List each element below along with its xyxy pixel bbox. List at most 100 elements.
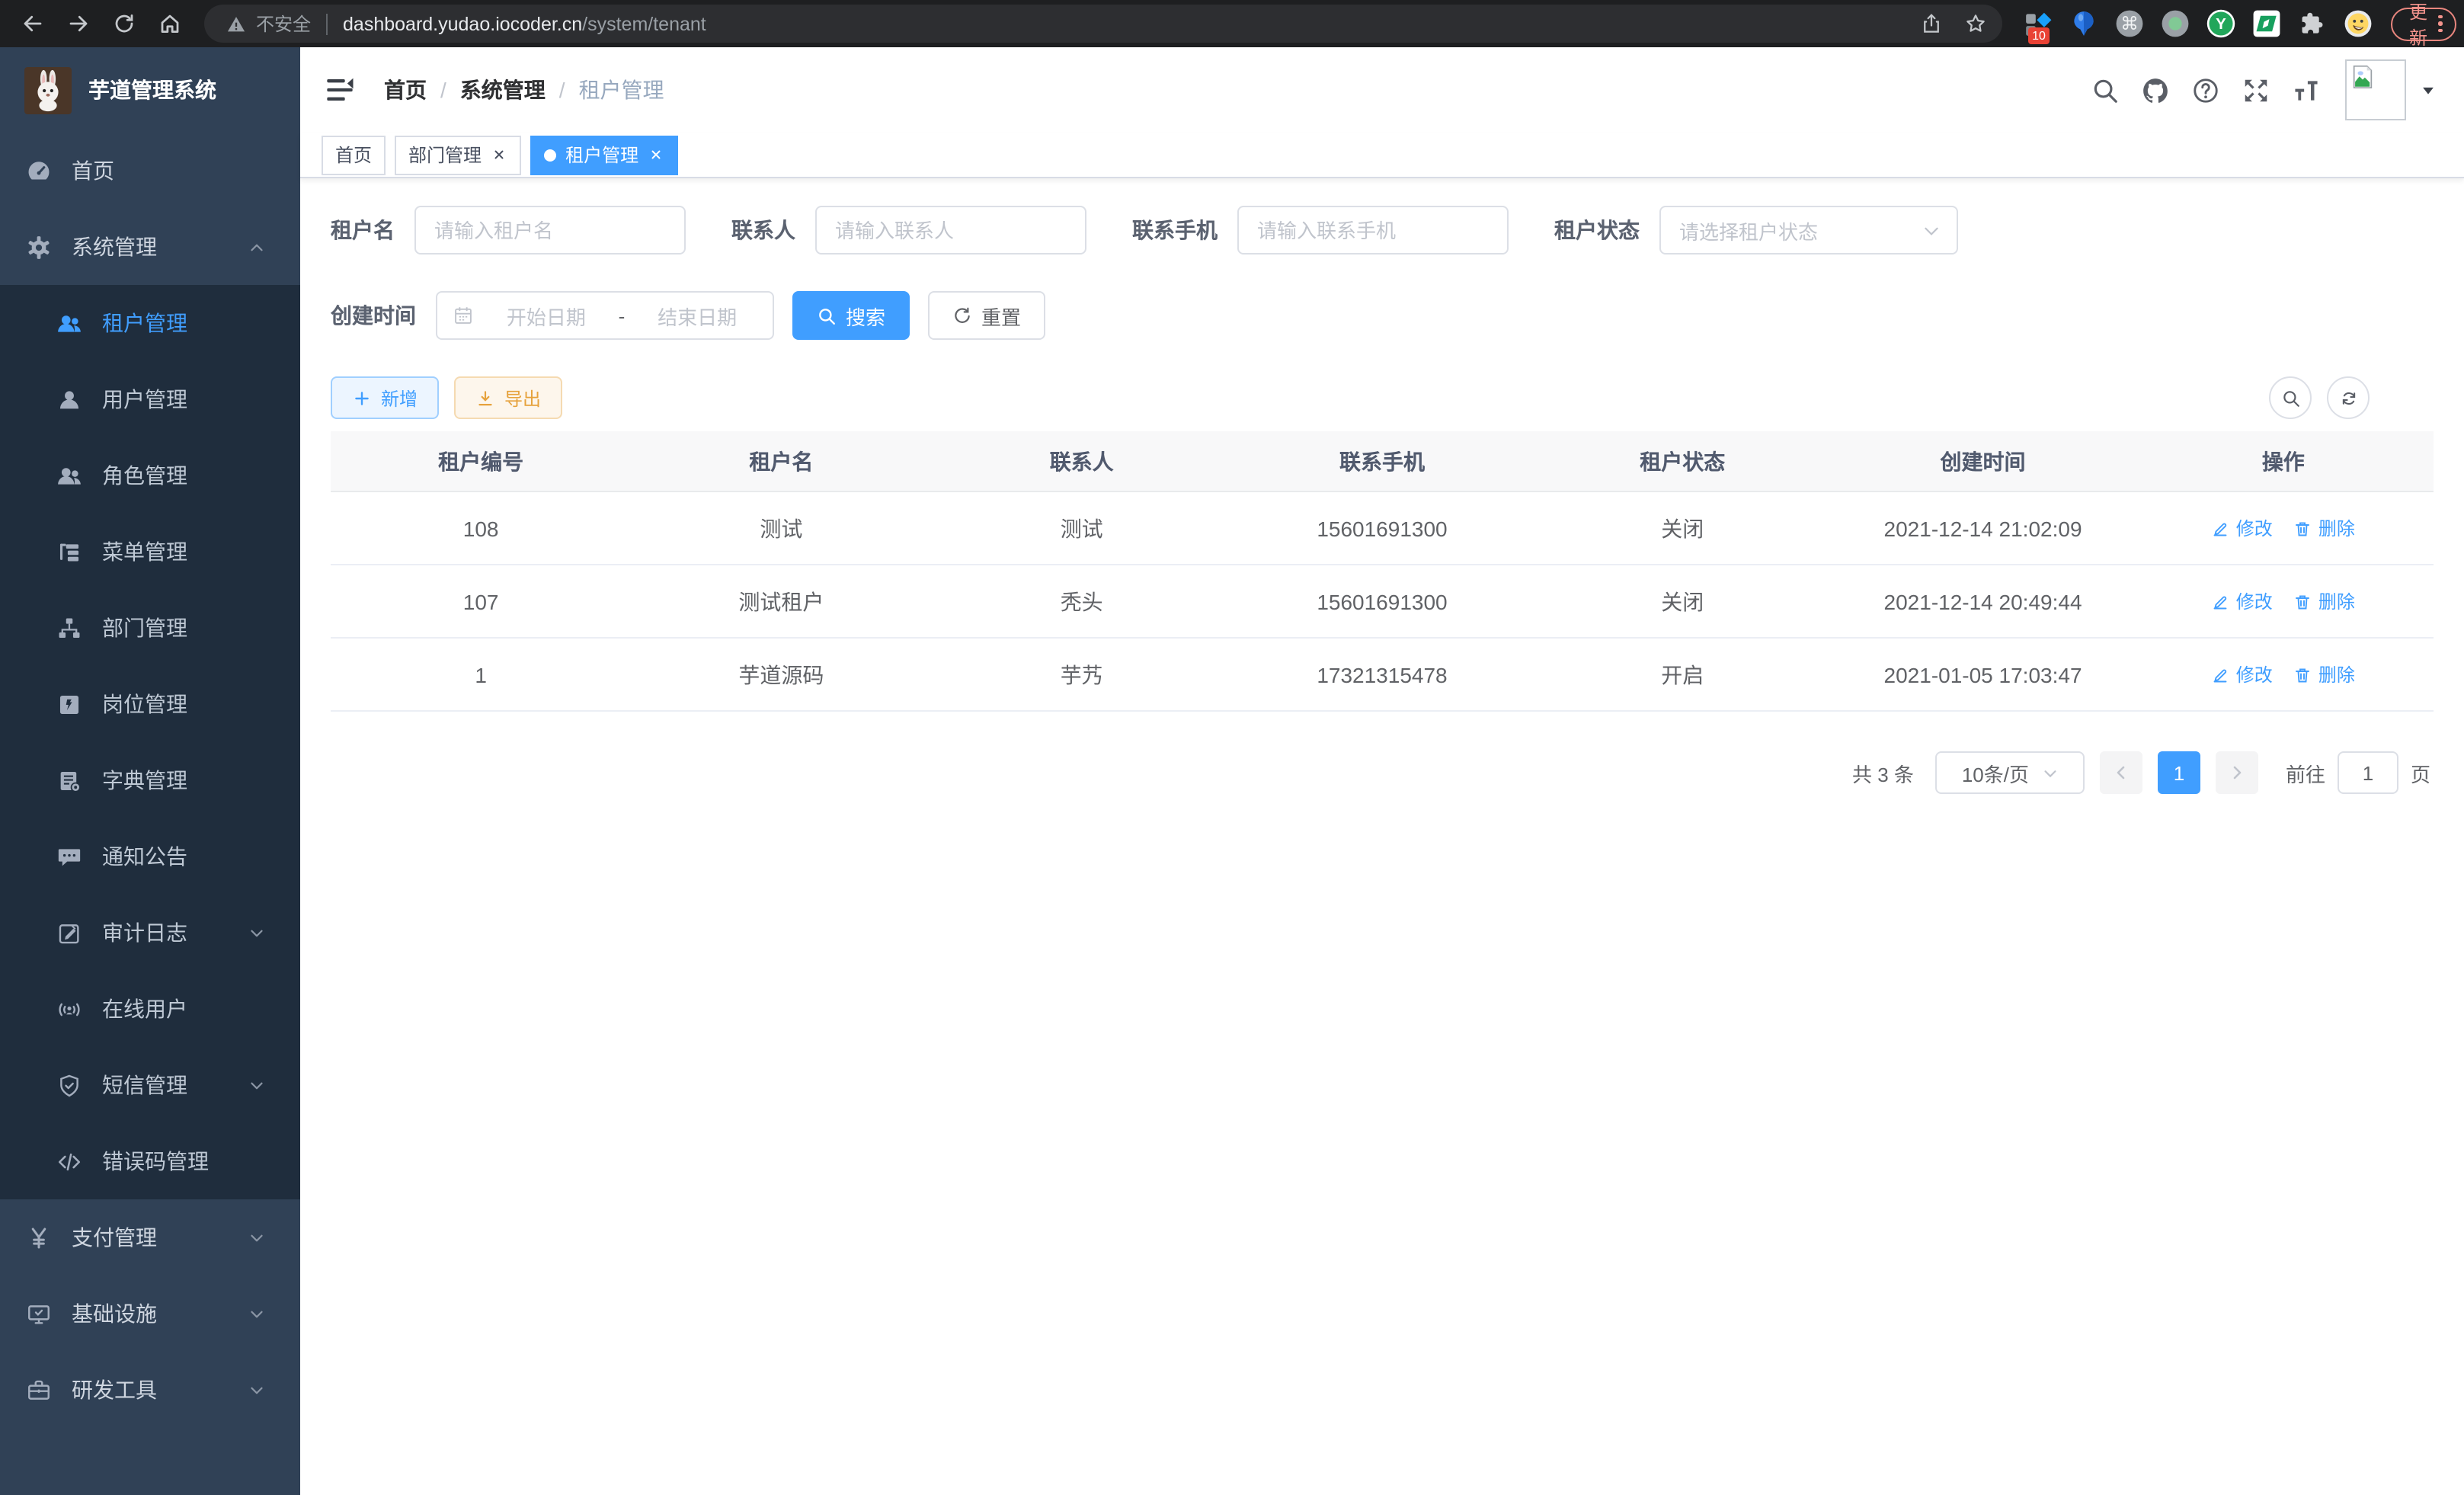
sidebar-item-2[interactable]: 系统管理 [0, 209, 300, 285]
chat-extension-icon[interactable] [2252, 9, 2281, 38]
refresh-table-button[interactable] [2327, 376, 2370, 419]
puzzle-extensions-icon[interactable] [2298, 9, 2327, 38]
address-bar[interactable]: 不安全 dashboard.yudao.iocoder.cn/system/te… [204, 5, 2002, 43]
sidebar-item-12[interactable]: 在线用户 [0, 971, 300, 1047]
tab-1[interactable]: 首页 [322, 135, 386, 174]
tenant-name-input[interactable] [414, 206, 686, 255]
bookmark-star-icon[interactable] [1964, 12, 1987, 35]
sidebar-item-label: 系统管理 [72, 232, 157, 262]
github-icon[interactable] [2141, 75, 2170, 104]
share-icon[interactable] [1920, 12, 1943, 35]
delete-link[interactable]: 删除 [2294, 661, 2355, 687]
sidebar-item-5[interactable]: 角色管理 [0, 437, 300, 514]
fullscreen-icon[interactable] [2242, 75, 2270, 104]
tab-3[interactable]: 租户管理 [530, 135, 678, 174]
export-button[interactable]: 导出 [454, 376, 562, 419]
reset-button[interactable]: 重置 [928, 291, 1045, 340]
sidebar-menu: 首页系统管理租户管理用户管理角色管理菜单管理部门管理岗位管理字典管理通知公告审计… [0, 133, 300, 1428]
end-date-placeholder: 结束日期 [637, 301, 757, 330]
help-question-icon[interactable] [2191, 75, 2220, 104]
sidebar-item-label: 基础设施 [72, 1298, 157, 1329]
cell-actions: 修改删除 [2133, 515, 2434, 541]
show-search-button[interactable] [2269, 376, 2312, 419]
delete-link[interactable]: 删除 [2294, 515, 2355, 541]
sidebar-item-3[interactable]: 租户管理 [0, 285, 300, 361]
balloon-extension-icon[interactable] [2069, 9, 2098, 38]
avatar[interactable] [2345, 59, 2406, 120]
sidebar-item-6[interactable]: 菜单管理 [0, 514, 300, 590]
delete-icon [2294, 592, 2312, 610]
sidebar-item-7[interactable]: 部门管理 [0, 590, 300, 666]
record-extension-icon[interactable] [2161, 9, 2190, 38]
sidebar-item-10[interactable]: 通知公告 [0, 818, 300, 895]
sidebar-item-14[interactable]: 错误码管理 [0, 1123, 300, 1199]
page-size-select[interactable]: 10条/页 [1935, 751, 2085, 794]
sidebar-item-1[interactable]: 首页 [0, 133, 300, 209]
caret-down-icon[interactable] [2420, 82, 2437, 98]
cell-status: 开启 [1532, 659, 1832, 690]
close-icon[interactable] [648, 146, 664, 163]
search-button[interactable]: 搜索 [792, 291, 910, 340]
contact-input[interactable] [815, 206, 1086, 255]
sidebar-item-13[interactable]: 短信管理 [0, 1047, 300, 1123]
sidebar-item-17[interactable]: 研发工具 [0, 1352, 300, 1428]
tenant-status-select[interactable]: 请选择租户状态 [1659, 206, 1958, 255]
font-size-icon[interactable] [2292, 75, 2321, 104]
table-toolbar: 新增 导出 [331, 376, 2434, 419]
browser-update-button[interactable]: 更新 [2391, 7, 2456, 40]
column-header: 操作 [2133, 446, 2434, 476]
sidebar-item-11[interactable]: 审计日志 [0, 895, 300, 971]
browser-back-button[interactable] [14, 5, 50, 42]
next-page-button[interactable] [2216, 751, 2258, 794]
sidebar-item-4[interactable]: 用户管理 [0, 361, 300, 437]
goto-page-input[interactable] [2338, 751, 2398, 794]
browser-reload-button[interactable] [105, 5, 142, 42]
roles-icon [56, 463, 82, 488]
cell-id: 108 [331, 516, 631, 540]
sms-shield-icon [56, 1072, 82, 1098]
create-time-range-picker[interactable]: 开始日期 - 结束日期 [436, 291, 774, 340]
close-icon[interactable] [491, 146, 507, 163]
extension-badge: 10 [2028, 27, 2050, 44]
page-header: 首页 / 系统管理 / 租户管理 [300, 47, 2464, 133]
app-title: 芋道管理系统 [88, 75, 216, 105]
prev-page-button[interactable] [2100, 751, 2142, 794]
delete-link[interactable]: 删除 [2294, 588, 2355, 614]
arrow-left-icon [21, 12, 43, 35]
browser-home-button[interactable] [151, 5, 187, 42]
cell-actions: 修改删除 [2133, 588, 2434, 614]
breadcrumb-home[interactable]: 首页 [384, 75, 427, 105]
header-search-icon[interactable] [2091, 75, 2120, 104]
sidebar-item-16[interactable]: 基础设施 [0, 1276, 300, 1352]
hamburger-icon[interactable] [325, 75, 355, 105]
cell-status: 关闭 [1532, 513, 1832, 543]
url-text[interactable]: dashboard.yudao.iocoder.cn/system/tenant [343, 13, 706, 34]
blocks-diamond-extension-icon[interactable]: 10 [2024, 9, 2053, 38]
tab-label: 首页 [335, 142, 372, 168]
sidebar-item-8[interactable]: 岗位管理 [0, 666, 300, 742]
app-logo[interactable]: 芋道管理系统 [0, 47, 300, 133]
table-row: 1芋道源码芋艿17321315478开启2021-01-05 17:03:47修… [331, 639, 2434, 712]
add-button[interactable]: 新增 [331, 376, 439, 419]
sidebar-item-9[interactable]: 字典管理 [0, 742, 300, 818]
emoji-avatar-icon[interactable] [2344, 9, 2373, 38]
edit-link[interactable]: 修改 [2212, 515, 2273, 541]
column-header: 创建时间 [1832, 446, 2133, 476]
edit-link[interactable]: 修改 [2212, 661, 2273, 687]
browser-menu-icon[interactable] [2438, 15, 2442, 33]
cell-mobile: 17321315478 [1232, 662, 1532, 687]
mobile-input[interactable] [1237, 206, 1509, 255]
y-logo-extension-icon[interactable]: Y [2206, 9, 2235, 38]
tenant-status-label: 租户状态 [1554, 215, 1640, 245]
command-extension-icon[interactable]: ⌘ [2115, 9, 2144, 38]
browser-forward-button[interactable] [59, 5, 96, 42]
tab-2[interactable]: 部门管理 [395, 135, 521, 174]
rabbit-logo-icon [24, 66, 72, 114]
edit-link[interactable]: 修改 [2212, 588, 2273, 614]
menu-tree-icon [56, 539, 82, 565]
sidebar-item-15[interactable]: 支付管理 [0, 1199, 300, 1276]
yen-icon [26, 1224, 52, 1250]
page-number-button[interactable]: 1 [2158, 751, 2200, 794]
breadcrumb-system[interactable]: 系统管理 [460, 75, 546, 105]
security-label[interactable]: 不安全 [256, 11, 311, 37]
